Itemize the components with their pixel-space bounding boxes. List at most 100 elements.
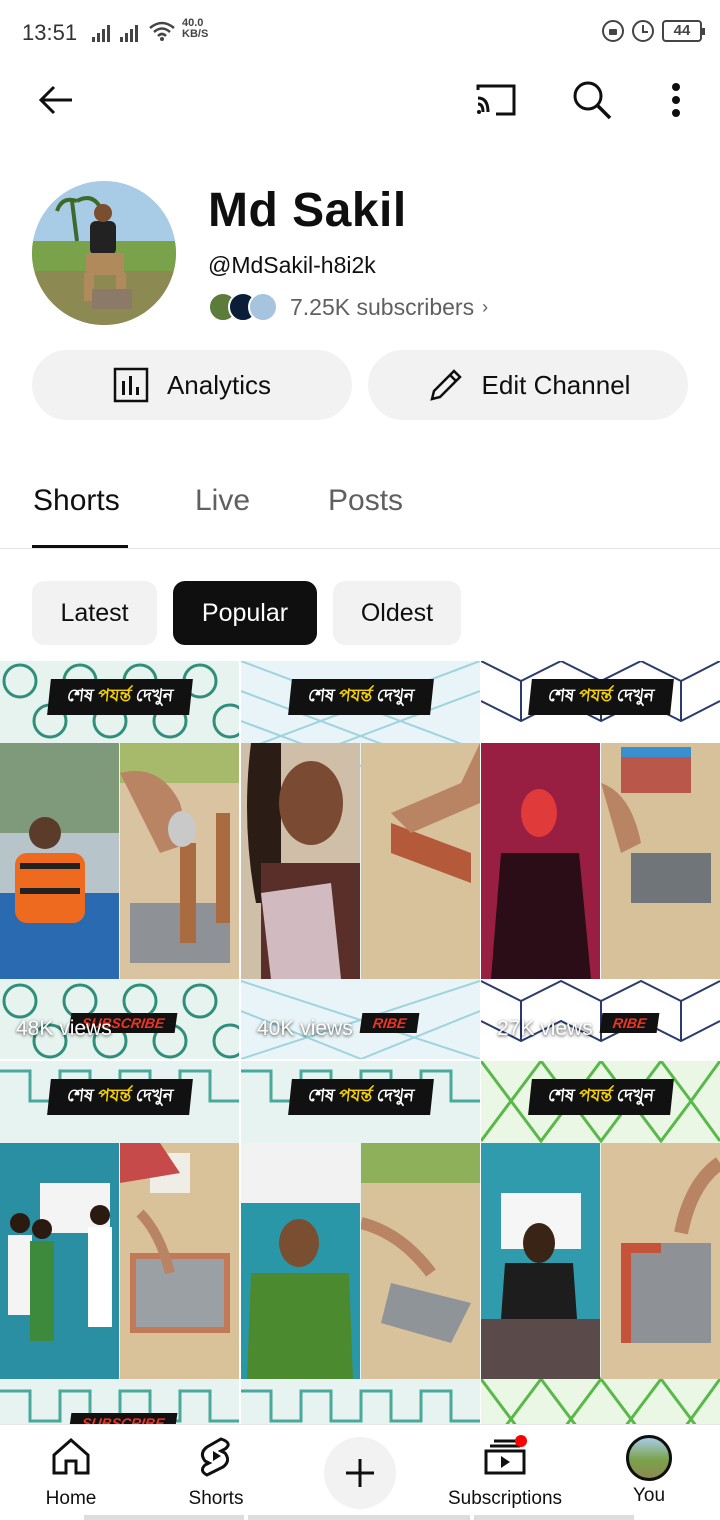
cast-button[interactable] (468, 72, 524, 128)
gesture-bar (248, 1515, 470, 1520)
view-count: 40K views (257, 1017, 353, 1040)
wifi-icon (149, 21, 175, 41)
nav-subscriptions-label: Subscriptions (447, 1488, 563, 1509)
banner-text: দেখুন (370, 686, 415, 705)
view-count: 27K views (497, 1017, 593, 1040)
gesture-bar (474, 1515, 634, 1520)
view-count: 48K views (16, 1017, 112, 1040)
tile-photo-left (241, 1143, 360, 1379)
chevron-right-icon: › (482, 296, 489, 317)
nav-you[interactable]: You (594, 1435, 704, 1507)
nav-home[interactable]: Home (16, 1435, 126, 1510)
short-item[interactable]: শেষ পযর্ন্ত দেখুন (481, 1061, 720, 1426)
nav-home-label: Home (45, 1488, 97, 1509)
back-button[interactable] (28, 72, 84, 128)
nav-you-label: You (632, 1485, 666, 1506)
chip-latest[interactable]: Latest (32, 581, 157, 645)
lock-rotation-icon (602, 20, 624, 42)
nav-shorts[interactable]: Shorts (161, 1435, 271, 1510)
channel-avatar[interactable] (32, 181, 176, 325)
search-button[interactable] (564, 72, 620, 128)
subscriptions-icon (484, 1435, 527, 1475)
network-speed: 40.0 KB/S (182, 18, 208, 40)
signal-icon (92, 24, 110, 42)
short-item[interactable]: শেষ পযর্ন্ত দেখুন SUBSCRIBE (0, 1061, 239, 1426)
pencil-icon (429, 369, 462, 401)
edit-channel-label: Edit Channel (481, 369, 631, 400)
cast-icon (476, 84, 516, 116)
banner-text: শেষ (65, 1086, 99, 1105)
analytics-button[interactable]: Analytics (32, 350, 352, 420)
arrow-left-icon (38, 85, 72, 115)
subscribers-row[interactable]: 7.25K subscribers › (208, 290, 488, 324)
more-options-button[interactable] (648, 72, 704, 128)
tile-photo-right (601, 1143, 720, 1379)
subscribe-tag: RIBE (599, 1013, 660, 1033)
edit-channel-button[interactable]: Edit Channel (368, 350, 688, 420)
nav-subscriptions[interactable]: Subscriptions (440, 1435, 570, 1510)
tile-photo-right (361, 1143, 480, 1379)
plus-icon (346, 1459, 374, 1487)
channel-handle: @MdSakil-h8i2k (208, 252, 376, 278)
banner-highlight: পযর্ন্ত (96, 686, 132, 705)
banner-text: দেখুন (129, 686, 174, 705)
banner-text: শেষ (306, 686, 340, 705)
chip-oldest[interactable]: Oldest (333, 581, 461, 645)
tile-photo-left (481, 743, 600, 979)
banner-text: দেখুন (610, 1086, 655, 1105)
short-item[interactable]: শেষ পযর্ন্ত দেখুন RIBE 40K views (241, 661, 480, 1059)
analytics-label: Analytics (166, 369, 272, 400)
short-item[interactable]: শেষ পযর্ন্ত দেখুন RIBE 27K views (481, 661, 720, 1059)
tile-photo-left (0, 1143, 119, 1379)
tab-shorts[interactable]: Shorts (33, 484, 120, 518)
banner-text: শেষ (546, 1086, 580, 1105)
banner-text: শেষ (306, 1086, 340, 1105)
you-avatar (626, 1435, 672, 1481)
chip-popular[interactable]: Popular (173, 581, 317, 645)
create-button[interactable] (324, 1437, 396, 1509)
tile-photo-left (241, 743, 360, 979)
home-icon (52, 1437, 90, 1475)
tile-banner: শেষ পযর্ন্ত দেখুন (46, 1079, 193, 1115)
banner-text: শেষ (65, 686, 99, 705)
shorts-grid: শেষ পযর্ন্ত দেখুন SUBSCRIBE 48K views শে… (0, 661, 720, 1426)
app-bar (0, 70, 720, 134)
tile-photo-right (601, 743, 720, 979)
alarm-icon (632, 20, 654, 42)
short-item[interactable]: শেষ পযর্ন্ত দেখুন SUBSCRIBE 48K views (0, 661, 239, 1059)
more-vert-icon (672, 83, 680, 117)
network-speed-unit: KB/S (182, 28, 209, 40)
channel-name: Md Sakil (208, 184, 407, 237)
avatar-photo (32, 181, 176, 325)
search-icon (573, 81, 612, 120)
tile-photo-left (481, 1143, 600, 1379)
status-bar: 13:51 40.0 KB/S 44 (0, 0, 720, 68)
tab-posts[interactable]: Posts (328, 484, 403, 518)
banner-text: শেষ (546, 686, 580, 705)
analytics-icon (113, 367, 149, 403)
short-item[interactable]: শেষ পযর্ন্ত দেখুন (241, 1061, 480, 1426)
banner-text: দেখুন (610, 686, 655, 705)
bottom-navigation: Home Shorts Subscriptions You (0, 1424, 720, 1520)
subscriber-avatar (248, 292, 278, 322)
status-time: 13:51 (22, 20, 78, 45)
banner-text: দেখুন (129, 1086, 174, 1105)
tab-live[interactable]: Live (195, 484, 250, 518)
nav-shorts-label: Shorts (188, 1488, 244, 1509)
tile-banner: শেষ পযর্ন্ত দেখুন (527, 1079, 674, 1115)
banner-highlight: পযর্ন্ত (337, 686, 373, 705)
subscriber-count: 7.25K subscribers (290, 293, 475, 320)
tile-banner: শেষ পযর্ন্ত দেখুন (287, 1079, 434, 1115)
tile-banner: শেষ পযর্ন্ত দেখুন (287, 679, 434, 715)
gesture-bar (84, 1515, 244, 1520)
battery-indicator: 44 (662, 20, 705, 42)
tile-photo-right (361, 743, 480, 979)
tile-photo-left (0, 743, 119, 979)
subscribe-tag: RIBE (359, 1013, 420, 1033)
banner-highlight: পযর্ন্ত (577, 1086, 613, 1105)
tile-banner: শেষ পযর্ন্ত দেখুন (46, 679, 193, 715)
channel-tabs: Shorts Live Posts (0, 462, 720, 549)
banner-text: দেখুন (370, 1086, 415, 1105)
tile-photo-right (120, 1143, 239, 1379)
active-tab-indicator (32, 545, 128, 548)
